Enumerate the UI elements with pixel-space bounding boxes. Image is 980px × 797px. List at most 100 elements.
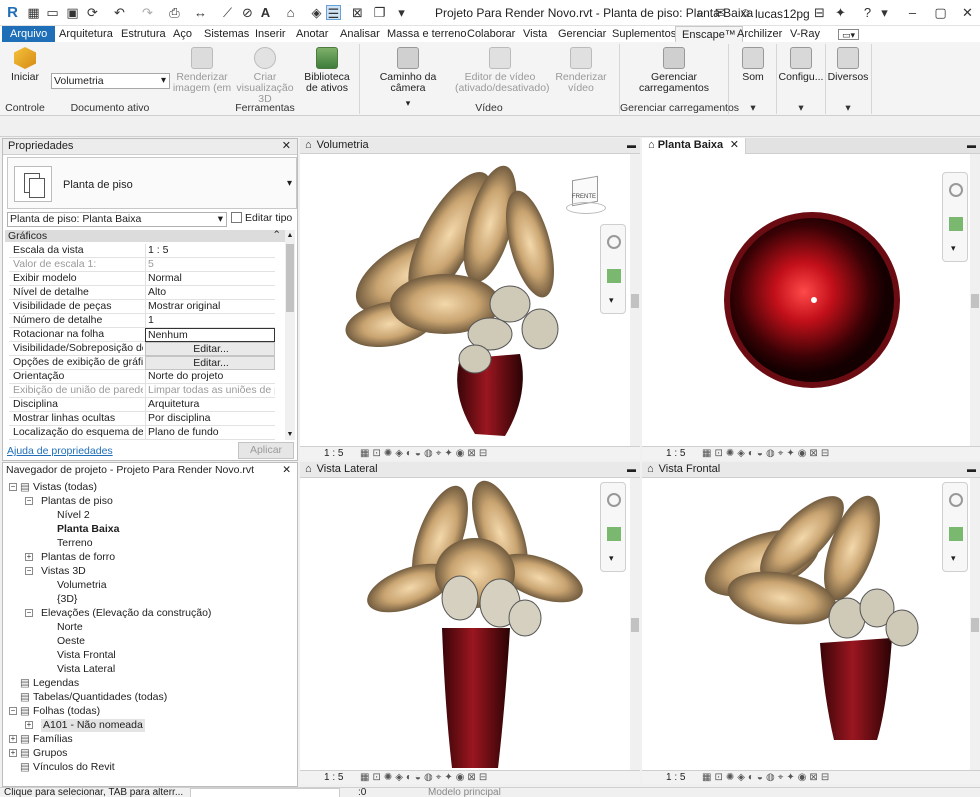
tab-analisar[interactable]: Analisar — [340, 26, 380, 42]
section-icon[interactable]: ◈ — [309, 5, 324, 20]
browser-node[interactable]: {3D} — [57, 593, 77, 606]
scrollbar-volumetria[interactable] — [630, 154, 640, 446]
browser-node[interactable]: Vista Lateral — [57, 663, 115, 676]
edit-button[interactable]: Editar... — [145, 342, 275, 356]
close-icon[interactable]: ✕ — [730, 138, 739, 153]
steering-wheel-icon[interactable] — [949, 183, 963, 197]
tab-menu-icon[interactable]: ▬ — [627, 138, 636, 153]
property-value[interactable]: Limpar todas as uniões de par... — [145, 384, 275, 398]
type-selector[interactable]: Planta de piso ▾ — [7, 157, 297, 209]
close-hidden-icon[interactable]: ⊠ — [350, 5, 365, 20]
view-control-icons[interactable]: ▦⊡✺◈◐◒◍⌖✦◉⊠⊟ — [702, 771, 832, 784]
view-tab-lateral[interactable]: ⌂ Vista Lateral ▬ — [300, 462, 640, 478]
view-tab-frontal[interactable]: ⌂ Vista Frontal ▬ — [642, 462, 980, 478]
3d-view-icon[interactable]: ⌂ — [283, 5, 298, 20]
scrollbar-lateral[interactable] — [630, 478, 640, 770]
browser-node[interactable]: Vistas 3D — [41, 565, 86, 578]
property-value[interactable]: 5 — [145, 258, 275, 272]
chevron-down-icon[interactable]: ▾ — [778, 102, 824, 114]
help-dropdown-icon[interactable]: ▾ — [877, 5, 892, 20]
tag-icon[interactable]: ⊘ — [240, 5, 255, 20]
navigation-bar[interactable]: ▾ — [600, 224, 626, 314]
expand-icon[interactable]: + — [25, 553, 33, 561]
search-icon[interactable]: ⌕ — [693, 5, 708, 20]
iniciar-button[interactable]: Iniciar — [4, 47, 46, 83]
sync-icon[interactable]: ⟳ — [85, 5, 100, 20]
tab-massa-terreno[interactable]: Massa e terreno — [387, 26, 466, 42]
tab-arquivo[interactable]: Arquivo — [2, 26, 56, 42]
view-control-icons[interactable]: ▦⊡✺◈◐◒◍⌖✦◉⊠⊟ — [702, 447, 832, 460]
view-control-icons[interactable]: ▦⊡✺◈◐◒◍⌖✦◉⊠⊟ — [360, 771, 490, 784]
zoom-icon[interactable] — [607, 269, 621, 283]
chevron-down-icon[interactable]: ▾ — [609, 553, 614, 564]
browser-node[interactable]: Vistas (todas) — [33, 481, 97, 494]
collapse-icon[interactable]: − — [25, 497, 33, 505]
tab-archilizer[interactable]: Archilizer — [737, 26, 782, 42]
workset-field[interactable] — [190, 788, 340, 797]
property-row[interactable]: Escala da vista 1 : 5 — [9, 244, 275, 258]
collapse-icon[interactable]: − — [25, 567, 33, 575]
property-row[interactable]: Disciplina Arquitetura — [9, 398, 275, 412]
property-value[interactable]: Mostrar original — [145, 300, 275, 314]
settings-button[interactable]: Configu... — [778, 47, 824, 83]
tab-gerenciar[interactable]: Gerenciar — [558, 26, 606, 42]
property-row[interactable]: Exibir modelo Normal — [9, 272, 275, 286]
tab-vray[interactable]: V-Ray — [790, 26, 820, 42]
asset-library-button[interactable]: Biblioteca de ativos — [298, 47, 356, 94]
zoom-icon[interactable] — [607, 527, 621, 541]
tab-sistemas[interactable]: Sistemas — [204, 26, 249, 42]
video-editor-button[interactable]: Editor de vídeo (ativado/desativado) — [455, 47, 550, 94]
property-row[interactable]: Localização do esquema de corPlano de fu… — [9, 426, 275, 440]
scrollbar-frontal[interactable] — [970, 478, 980, 770]
tab-suplementos[interactable]: Suplementos — [612, 26, 676, 42]
render-image-button[interactable]: Renderizar imagem (em — [172, 47, 232, 94]
scrollbar-planta[interactable] — [970, 154, 980, 446]
chevron-down-icon[interactable]: ▾ — [733, 102, 773, 114]
view-tab-volumetria[interactable]: ⌂ Volumetria ▬ — [300, 138, 640, 154]
property-row[interactable]: Exibição de união de parede Limpar todas … — [9, 384, 275, 398]
browser-node[interactable]: Volumetria — [57, 579, 107, 592]
tab-inserir[interactable]: Inserir — [255, 26, 286, 42]
close-icon[interactable]: ✕ — [282, 463, 291, 478]
properties-scrollbar[interactable]: ▲ ▼ — [285, 230, 295, 440]
tab-anotar[interactable]: Anotar — [296, 26, 328, 42]
help-icon[interactable]: ? — [860, 5, 875, 20]
tab-aco[interactable]: Aço — [173, 26, 192, 42]
tab-menu-icon[interactable]: ▬ — [967, 462, 976, 477]
property-value[interactable]: Nenhum — [145, 328, 275, 342]
browser-node[interactable]: Elevações (Elevação da construção) — [41, 607, 211, 620]
active-view-tab[interactable]: ⌂ Planta Baixa ✕ — [642, 138, 746, 154]
navigation-bar[interactable]: ▾ — [942, 482, 968, 572]
properties-help-link[interactable]: Ajuda de propriedades — [7, 445, 113, 457]
steering-wheel-icon[interactable] — [607, 493, 621, 507]
view-canvas-frontal[interactable]: ▾ — [642, 478, 970, 770]
text-icon[interactable]: A — [258, 5, 273, 20]
property-row[interactable]: Número de detalhe 1 — [9, 314, 275, 328]
render-video-button[interactable]: Renderizar vídeo — [546, 47, 616, 94]
subscription-icon[interactable]: ✉ — [713, 5, 728, 20]
design-option[interactable]: Modelo principal — [428, 788, 501, 797]
zoom-icon[interactable] — [949, 527, 963, 541]
browser-node[interactable]: Oeste — [57, 635, 85, 648]
minimize-icon[interactable]: – — [905, 5, 920, 20]
browser-node[interactable]: Legendas — [33, 677, 79, 690]
tab-menu-icon[interactable]: ▬ — [627, 462, 636, 477]
steering-wheel-icon[interactable] — [949, 493, 963, 507]
thin-lines-icon[interactable]: ☰ — [326, 5, 341, 21]
view-canvas-planta[interactable]: ▾ — [642, 154, 970, 446]
property-value[interactable]: 1 : 5 — [145, 244, 275, 258]
browser-node[interactable]: Nível 2 — [57, 509, 90, 522]
sound-button[interactable]: Som — [733, 47, 773, 83]
section-header-graficos[interactable]: Gráficos ⌃ — [5, 229, 285, 242]
tab-enscape[interactable]: Enscape™ — [675, 26, 743, 42]
expand-icon[interactable]: + — [9, 749, 17, 757]
property-value[interactable]: Plano de fundo — [145, 426, 275, 440]
apply-button[interactable]: Aplicar — [238, 442, 294, 459]
user-icon[interactable]: ☺ — [738, 5, 753, 20]
property-row[interactable]: Visibilidade/Sobreposição de ...Editar..… — [9, 342, 275, 356]
view-canvas-lateral[interactable]: ▾ — [300, 478, 630, 770]
undo-icon[interactable]: ↶ — [112, 5, 127, 20]
property-value[interactable]: Alto — [145, 286, 275, 300]
collapse-icon[interactable]: − — [25, 609, 33, 617]
dimension-icon[interactable]: ⟋ — [220, 5, 235, 20]
